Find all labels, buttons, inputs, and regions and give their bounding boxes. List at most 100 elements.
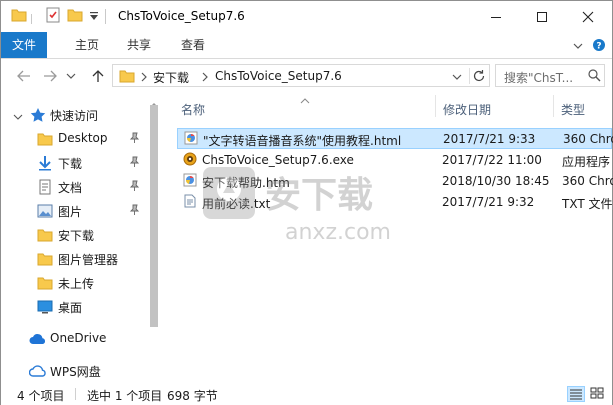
navigation-pane: 快速访问 Desktop 下载 文档 图片 安下载 图片管理器 未上传 桌面 O… xyxy=(1,93,161,382)
details-view-icon[interactable] xyxy=(567,386,585,402)
address-bar[interactable]: 安下载 ChsToVoice_Setup7.6 xyxy=(112,64,490,87)
sidebar-item-picture-manager[interactable]: 图片管理器 xyxy=(1,247,149,271)
sidebar-item-pictures[interactable]: 图片 xyxy=(1,199,149,223)
breadcrumb-item[interactable]: ChsToVoice_Setup7.6 xyxy=(215,69,342,83)
file-type: TXT 文件 xyxy=(562,197,613,211)
navigation-bar: 安下载 ChsToVoice_Setup7.6 搜索"ChsT... xyxy=(1,59,612,93)
scrollbar-thumb[interactable] xyxy=(150,105,158,327)
sidebar-item-downloads[interactable]: 下载 xyxy=(1,151,149,175)
tab-file[interactable]: 文件 xyxy=(1,32,47,58)
file-name: "文字转语音播音系统"使用教程.html xyxy=(203,134,402,148)
sidebar-item-onedrive[interactable]: OneDrive xyxy=(1,327,149,351)
close-button[interactable] xyxy=(565,1,611,32)
address-dropdown-icon[interactable] xyxy=(452,71,462,85)
sidebar-item-label: 安下载 xyxy=(58,229,95,243)
watermark-url: anxz.com xyxy=(285,220,391,245)
title-bar: ChsToVoice_Setup7.6 xyxy=(1,1,612,32)
tab-share[interactable]: 共享 xyxy=(119,32,159,58)
column-modified[interactable]: 修改日期 xyxy=(443,101,491,118)
sidebar-item-label: 桌面 xyxy=(58,301,83,315)
file-modified: 2018/10/30 18:45 xyxy=(442,174,550,188)
sidebar-item-label: WPS网盘 xyxy=(50,365,101,379)
qa-separator xyxy=(31,14,32,24)
column-type[interactable]: 类型 xyxy=(561,101,585,118)
sidebar-item-not-uploaded[interactable]: 未上传 xyxy=(1,271,149,295)
star-icon xyxy=(30,107,46,126)
sidebar-item-label: 下载 xyxy=(58,157,83,171)
sidebar-item-label: OneDrive xyxy=(50,331,107,345)
ribbon-tabs: 文件 主页 共享 查看 ? xyxy=(1,32,612,59)
folder-icon xyxy=(37,227,53,246)
pin-icon[interactable] xyxy=(129,204,140,219)
tab-view[interactable]: 查看 xyxy=(173,32,213,58)
sidebar-item-documents[interactable]: 文档 xyxy=(1,175,149,199)
sort-up-icon xyxy=(300,93,310,107)
sidebar-scrollbar[interactable] xyxy=(148,97,160,380)
file-modified: 2017/7/21 9:32 xyxy=(442,195,535,209)
sidebar-item-label: 图片 xyxy=(58,205,83,219)
file-modified: 2017/7/21 9:33 xyxy=(443,132,536,146)
chevron-down-icon[interactable] xyxy=(572,40,584,54)
file-type: 应用程序 xyxy=(562,155,611,169)
folder-icon xyxy=(37,275,53,294)
back-arrow-icon[interactable] xyxy=(15,67,33,85)
file-type: 360 Chro xyxy=(562,174,613,188)
column-separator[interactable] xyxy=(553,95,554,117)
large-icons-view-icon[interactable] xyxy=(589,386,607,402)
properties-icon[interactable] xyxy=(45,7,61,26)
pin-icon[interactable] xyxy=(129,132,140,147)
download-icon xyxy=(37,155,53,174)
new-folder-icon[interactable] xyxy=(67,7,83,26)
explorer-window: ChsToVoice_Setup7.6 文件 主页 共享 查看 ? 安下载 Ch… xyxy=(0,0,613,405)
folder-icon xyxy=(37,131,53,150)
sidebar-item-label: 快速访问 xyxy=(50,109,99,123)
column-header: 名称 修改日期 类型 xyxy=(162,93,612,119)
chevron-down-icon[interactable] xyxy=(13,111,23,125)
refresh-icon[interactable] xyxy=(472,69,486,86)
forward-arrow-icon[interactable] xyxy=(41,67,59,85)
customize-qa-icon[interactable] xyxy=(88,10,100,25)
desktop-icon xyxy=(37,299,53,318)
sidebar-item-desktop[interactable]: Desktop xyxy=(1,127,149,151)
cloud-icon xyxy=(29,332,47,349)
window-title: ChsToVoice_Setup7.6 xyxy=(118,9,245,23)
sidebar-item-quick-access[interactable]: 快速访问 xyxy=(1,103,149,127)
exe-icon xyxy=(183,152,197,169)
status-separator xyxy=(75,388,76,400)
pin-icon[interactable] xyxy=(129,156,140,171)
up-arrow-icon[interactable] xyxy=(89,67,107,85)
column-name[interactable]: 名称 xyxy=(181,101,205,118)
sidebar-item-label: 文档 xyxy=(58,181,83,195)
tab-home[interactable]: 主页 xyxy=(67,32,107,58)
file-type: 360 Chro xyxy=(563,132,613,146)
html-icon xyxy=(184,131,198,148)
minimize-button[interactable] xyxy=(473,1,519,32)
file-row-selected[interactable]: "文字转语音播音系统"使用教程.html 2017/7/21 9:33 360 … xyxy=(177,128,613,149)
address-separator xyxy=(469,68,470,84)
selection-count: 选中 1 个项目 xyxy=(87,389,163,403)
sidebar-item-anxz[interactable]: 安下载 xyxy=(1,223,149,247)
sidebar-item-label: 未上传 xyxy=(58,277,95,291)
maximize-button[interactable] xyxy=(519,1,565,32)
watermark: 安下载 anxz.com xyxy=(199,159,429,251)
pin-icon[interactable] xyxy=(129,180,140,195)
sidebar-item-label: Desktop xyxy=(58,131,108,145)
status-bar: 4 个项目 选中 1 个项目 698 字节 xyxy=(1,383,612,405)
chevron-right-icon[interactable] xyxy=(140,71,148,85)
txt-icon xyxy=(183,194,197,211)
search-input[interactable]: 搜索"ChsT... xyxy=(504,69,573,86)
chevron-right-icon[interactable] xyxy=(201,71,209,85)
sidebar-item-wps[interactable]: WPS网盘 xyxy=(1,359,149,382)
selection-size: 698 字节 xyxy=(167,389,218,403)
breadcrumb-item[interactable]: 安下载 xyxy=(153,69,189,86)
sidebar-item-desktop-cn[interactable]: 桌面 xyxy=(1,295,149,319)
search-icon[interactable] xyxy=(588,69,601,85)
title-separator xyxy=(105,9,106,24)
recent-locations-icon[interactable] xyxy=(65,67,77,85)
watermark-text: 安下载 xyxy=(265,175,373,216)
svg-text:?: ? xyxy=(596,42,601,52)
column-separator[interactable] xyxy=(435,95,436,117)
search-box[interactable]: 搜索"ChsT... xyxy=(495,64,605,87)
help-icon[interactable]: ? xyxy=(592,38,606,55)
file-modified: 2017/7/22 11:00 xyxy=(442,153,542,167)
